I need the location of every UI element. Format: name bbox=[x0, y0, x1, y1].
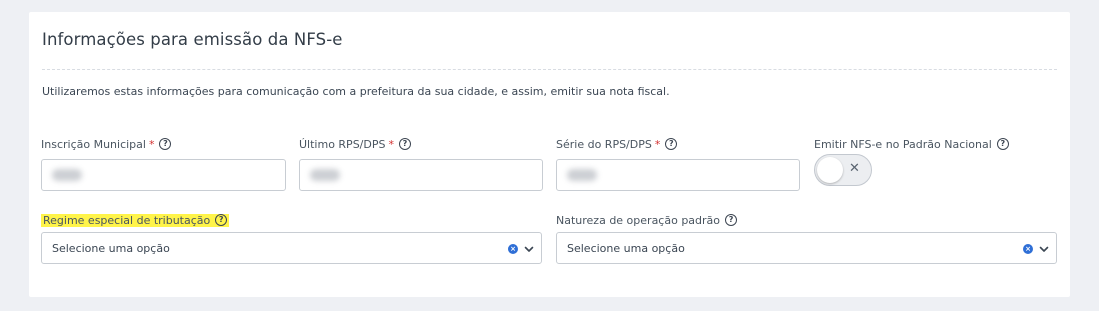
clear-icon[interactable]: × bbox=[1023, 244, 1033, 254]
help-icon[interactable]: ? bbox=[725, 214, 738, 226]
padrao-nacional-label: Emitir NFS-e no Padrão Nacional ? bbox=[814, 136, 1044, 152]
serie-rps-input[interactable] bbox=[556, 159, 800, 191]
regime-tributacao-field: Regime especial de tributação ? Selecion… bbox=[41, 212, 542, 264]
help-icon[interactable]: ? bbox=[398, 138, 411, 150]
natureza-operacao-label: Natureza de operação padrão ? bbox=[556, 212, 1057, 228]
help-icon[interactable]: ? bbox=[665, 138, 678, 150]
natureza-operacao-field: Natureza de operação padrão ? Selecione … bbox=[556, 212, 1057, 264]
help-icon[interactable]: ? bbox=[159, 138, 172, 150]
natureza-operacao-label-text: Natureza de operação padrão bbox=[556, 213, 721, 227]
regime-tributacao-select[interactable]: Selecione uma opção × bbox=[41, 232, 542, 264]
serie-rps-label: Série do RPS/DPS * ? bbox=[556, 136, 800, 152]
inscricao-municipal-label: Inscrição Municipal * ? bbox=[41, 136, 286, 152]
required-mark: * bbox=[654, 137, 661, 151]
ultimo-rps-label: Último RPS/DPS * ? bbox=[299, 136, 543, 152]
redacted-value bbox=[52, 169, 82, 181]
ultimo-rps-label-text: Último RPS/DPS bbox=[299, 137, 386, 151]
help-icon[interactable]: ? bbox=[996, 138, 1009, 150]
ultimo-rps-field: Último RPS/DPS * ? bbox=[299, 136, 543, 191]
inscricao-municipal-input[interactable] bbox=[41, 159, 286, 191]
serie-rps-label-text: Série do RPS/DPS bbox=[556, 137, 652, 151]
chevron-down-icon[interactable] bbox=[1038, 243, 1050, 255]
serie-rps-field: Série do RPS/DPS * ? bbox=[556, 136, 800, 191]
chevron-down-icon[interactable] bbox=[523, 243, 535, 255]
redacted-value bbox=[310, 169, 340, 181]
toggle-knob bbox=[817, 157, 843, 183]
regime-tributacao-label: Regime especial de tributação ? bbox=[41, 212, 542, 228]
regime-tributacao-label-text: Regime especial de tributação bbox=[43, 213, 211, 227]
section-description: Utilizaremos estas informações para comu… bbox=[42, 85, 670, 98]
help-icon[interactable]: ? bbox=[215, 214, 228, 226]
inscricao-municipal-field: Inscrição Municipal * ? bbox=[41, 136, 286, 191]
regime-tributacao-placeholder: Selecione uma opção bbox=[52, 241, 170, 255]
natureza-operacao-placeholder: Selecione uma opção bbox=[567, 241, 685, 255]
highlight-marker: Regime especial de tributação ? bbox=[41, 213, 230, 227]
padrao-nacional-label-text: Emitir NFS-e no Padrão Nacional bbox=[814, 137, 992, 151]
required-mark: * bbox=[388, 137, 394, 151]
inscricao-municipal-label-text: Inscrição Municipal bbox=[41, 137, 146, 151]
redacted-value bbox=[567, 169, 597, 181]
required-mark: * bbox=[148, 137, 155, 151]
ultimo-rps-input[interactable] bbox=[299, 159, 543, 191]
padrao-nacional-field: Emitir NFS-e no Padrão Nacional ? ✕ bbox=[814, 136, 1044, 186]
section-title: Informações para emissão da NFS-e bbox=[42, 30, 343, 49]
nfse-settings-card: Informações para emissão da NFS-e Utiliz… bbox=[29, 12, 1070, 297]
close-icon: ✕ bbox=[849, 161, 860, 176]
padrao-nacional-toggle[interactable]: ✕ bbox=[814, 154, 872, 186]
natureza-operacao-select[interactable]: Selecione uma opção × bbox=[556, 232, 1057, 264]
clear-icon[interactable]: × bbox=[508, 244, 518, 254]
title-divider bbox=[42, 69, 1057, 70]
